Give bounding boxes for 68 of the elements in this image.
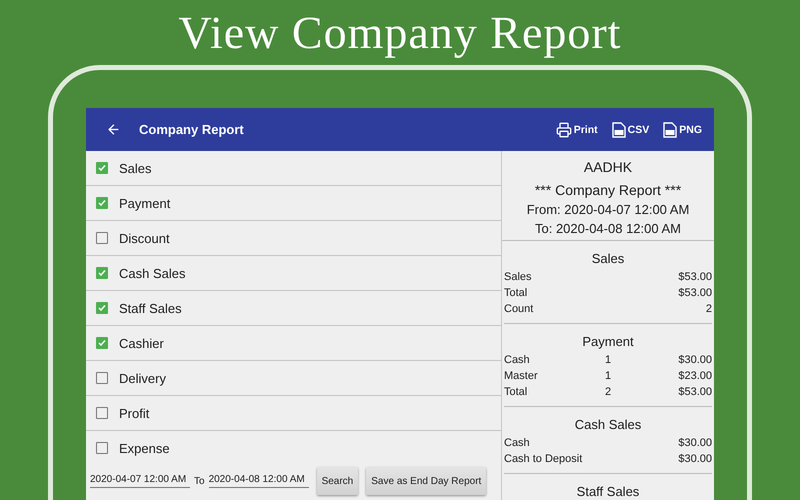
option-row[interactable]: Cash Sales [86, 256, 501, 291]
checkbox[interactable] [96, 302, 108, 314]
row-amount: 2 [704, 302, 712, 317]
row-label: Total [504, 385, 528, 400]
option-row[interactable]: Sales [86, 151, 501, 186]
row-label: Cash [504, 353, 531, 368]
option-row[interactable]: Delivery [86, 361, 501, 396]
option-row[interactable]: Payment [86, 186, 501, 221]
option-label: Cashier [119, 336, 164, 350]
search-button[interactable]: Search [316, 467, 358, 495]
file-icon [663, 122, 678, 138]
row-amount: $30.00 [677, 353, 712, 368]
to-date-field[interactable]: 2020-04-08 12:00 AM [208, 474, 309, 488]
report-title: *** Company Report *** [534, 181, 682, 200]
row-amount: $30.00 [677, 436, 712, 451]
option-row[interactable]: Expense [86, 431, 501, 465]
section-title: Payment [581, 334, 635, 349]
section-title: Staff Sales [576, 484, 640, 499]
row-label: Sales [504, 270, 533, 285]
row-label: Master [504, 369, 539, 384]
row-amount: $30.00 [677, 452, 712, 467]
png-button[interactable]: PNG [663, 122, 702, 138]
row-count: 1 [604, 369, 612, 384]
checkbox[interactable] [96, 232, 108, 244]
row-label: Total [504, 286, 528, 301]
from-date-field[interactable]: 2020-04-07 12:00 AM [90, 474, 190, 488]
save-report-button[interactable]: Save as End Day Report [366, 467, 486, 495]
checkbox[interactable] [96, 267, 108, 279]
option-label: Profit [119, 406, 150, 420]
print-button[interactable]: Print [556, 122, 598, 138]
app-bar-title: Company Report [139, 122, 245, 137]
file-icon [612, 122, 626, 138]
checkbox[interactable] [96, 442, 108, 454]
section-title: Cash Sales [574, 417, 642, 432]
option-label: Sales [119, 160, 152, 176]
checkbox[interactable] [96, 337, 108, 349]
back-icon[interactable] [106, 122, 121, 137]
headline: View Company Report [178, 6, 622, 60]
option-label: Discount [119, 230, 170, 246]
row-amount: $53.00 [677, 286, 712, 301]
row-amount: $53.00 [677, 385, 712, 400]
row-label: Cash to Deposit [504, 452, 584, 467]
csv-button[interactable]: CSV [612, 122, 650, 138]
to-label: To [194, 476, 205, 486]
option-label: Payment [119, 196, 170, 210]
option-label: Cash Sales [119, 266, 186, 280]
checkbox[interactable] [96, 162, 108, 174]
option-row[interactable]: Profit [86, 396, 501, 431]
section-title: Sales [590, 251, 626, 266]
checkbox[interactable] [96, 197, 108, 209]
printer-icon [556, 122, 572, 138]
checkbox[interactable] [96, 372, 108, 384]
option-row[interactable]: Discount [86, 221, 501, 256]
row-count: 2 [604, 385, 612, 400]
row-count: 1 [604, 353, 612, 368]
row-amount: $23.00 [677, 369, 712, 384]
option-label: Staff Sales [119, 300, 182, 316]
checkbox[interactable] [96, 407, 108, 419]
company-name: AADHK [584, 158, 632, 177]
row-amount: $53.00 [677, 270, 712, 285]
to-date: To: 2020-04-08 12:00 AM [534, 220, 681, 238]
option-label: Expense [119, 440, 170, 456]
option-row[interactable]: Staff Sales [86, 291, 501, 326]
row-label: Count [504, 302, 534, 317]
option-label: Delivery [119, 370, 166, 386]
from-date: From: 2020-04-07 12:00 AM [526, 201, 690, 219]
row-label: Cash [504, 436, 531, 451]
option-row[interactable]: Cashier [86, 326, 501, 361]
